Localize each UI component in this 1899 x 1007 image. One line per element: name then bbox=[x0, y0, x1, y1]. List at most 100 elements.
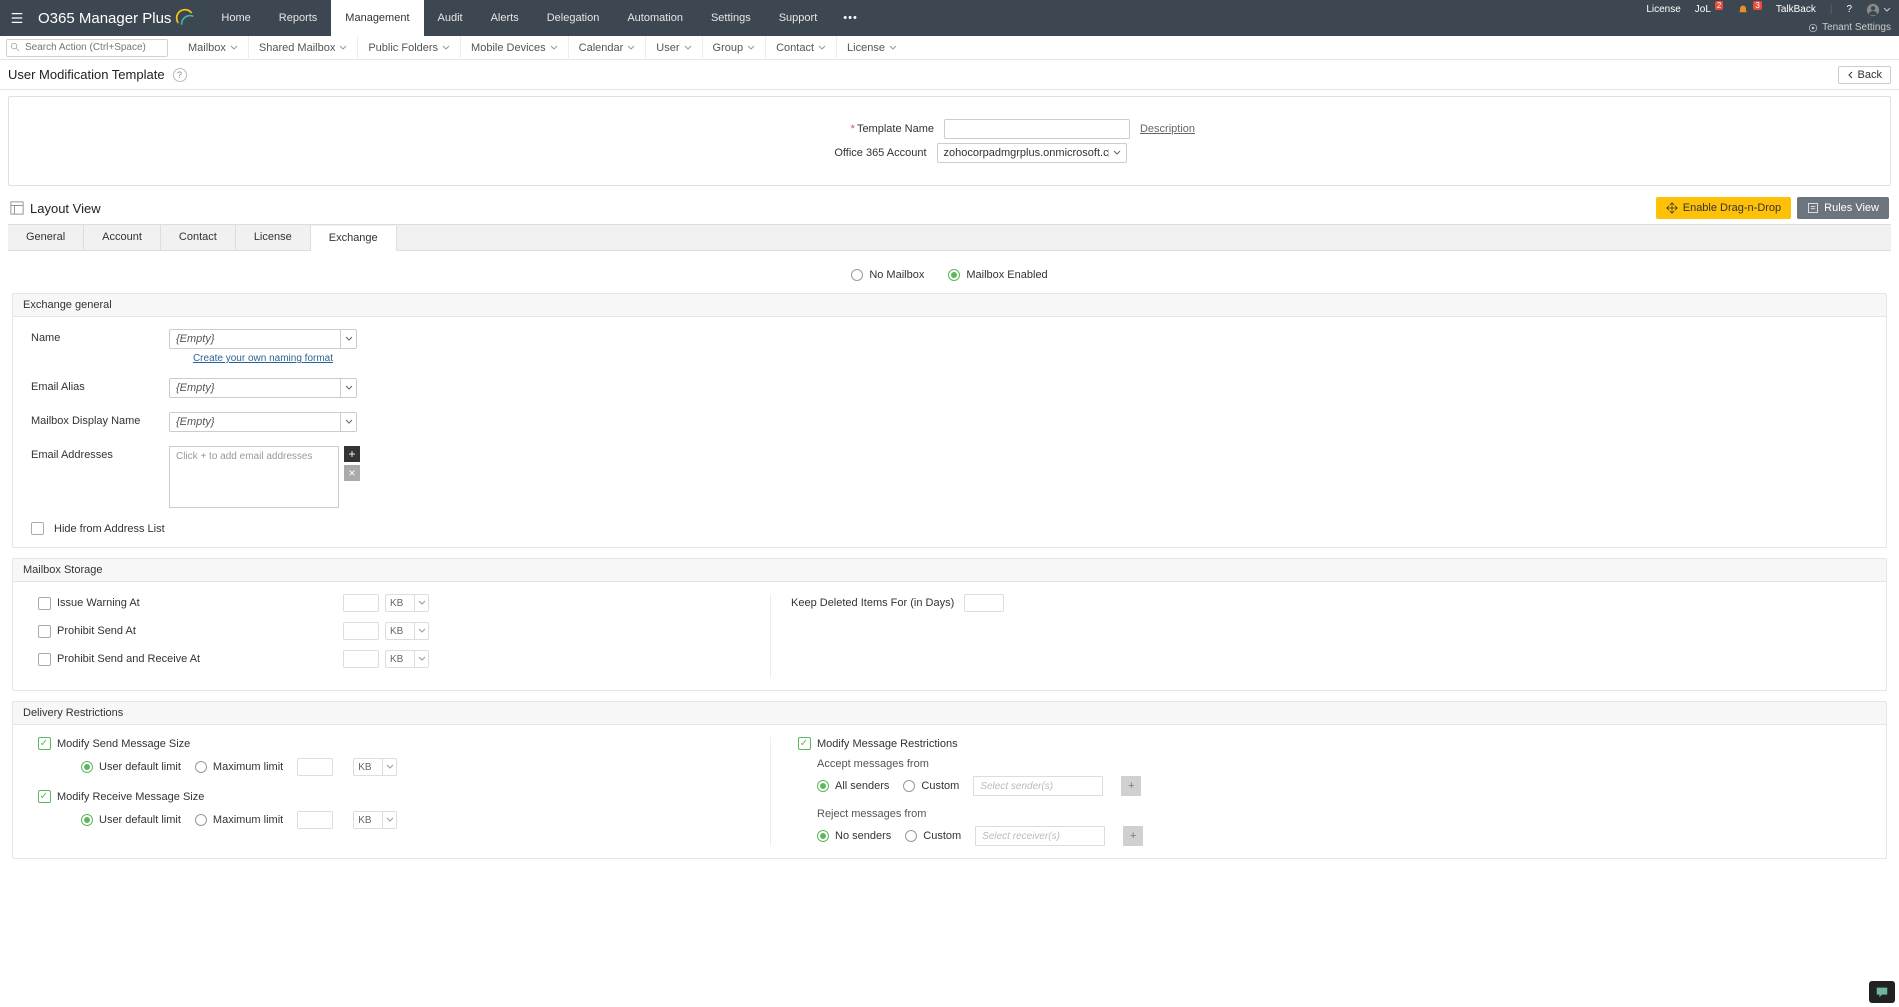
rules-view-button[interactable]: Rules View bbox=[1797, 197, 1889, 219]
prohibit-send-checkbox[interactable] bbox=[38, 625, 51, 638]
nav-home[interactable]: Home bbox=[207, 0, 264, 36]
tab-account[interactable]: Account bbox=[84, 225, 161, 250]
issue-warning-checkbox[interactable] bbox=[38, 597, 51, 610]
recv-user-default-radio[interactable]: User default limit bbox=[81, 814, 181, 826]
prohibit-sr-input[interactable] bbox=[343, 650, 379, 668]
help-icon[interactable]: ? bbox=[1846, 4, 1852, 15]
layout-view-title: Layout View bbox=[10, 201, 101, 216]
mailbox-display-name-label: Mailbox Display Name bbox=[31, 412, 169, 427]
hide-address-list-label: Hide from Address List bbox=[54, 523, 165, 535]
prohibit-send-input[interactable] bbox=[343, 622, 379, 640]
section-header-delivery: Delivery Restrictions bbox=[13, 702, 1886, 725]
email-addresses-box[interactable]: Click + to add email addresses bbox=[169, 446, 339, 508]
talkback-link[interactable]: TalkBack bbox=[1776, 4, 1816, 15]
radio-no-mailbox[interactable]: No Mailbox bbox=[851, 269, 924, 281]
name-label: Name bbox=[31, 329, 169, 344]
subnav-license[interactable]: License bbox=[837, 36, 907, 60]
template-name-label: Template Name bbox=[857, 123, 934, 135]
send-user-default-radio[interactable]: User default limit bbox=[81, 761, 181, 773]
reject-add-button[interactable]: + bbox=[1123, 826, 1143, 846]
description-link[interactable]: Description bbox=[1140, 123, 1195, 135]
modify-recv-size-label: Modify Receive Message Size bbox=[57, 791, 204, 803]
page-title: User Modification Template bbox=[8, 67, 165, 82]
accept-all-senders-radio[interactable]: All senders bbox=[817, 780, 889, 792]
send-max-limit-input[interactable] bbox=[297, 758, 333, 776]
naming-format-link[interactable]: Create your own naming format bbox=[169, 353, 357, 364]
nav-automation[interactable]: Automation bbox=[613, 0, 697, 36]
profile-icon[interactable] bbox=[1866, 3, 1891, 17]
nav-management[interactable]: Management bbox=[331, 0, 423, 36]
mailbox-display-name-select[interactable]: {Empty} bbox=[169, 412, 357, 432]
help-icon[interactable]: ? bbox=[173, 68, 187, 82]
required-marker: * bbox=[851, 123, 855, 135]
add-email-button[interactable]: + bbox=[344, 446, 360, 462]
hamburger-menu[interactable] bbox=[0, 0, 34, 36]
modify-recv-size-checkbox[interactable] bbox=[38, 790, 51, 803]
recv-max-limit-radio[interactable]: Maximum limit bbox=[195, 814, 283, 826]
reject-receiver-select[interactable]: Select receiver(s) bbox=[975, 826, 1105, 846]
subnav-group[interactable]: Group bbox=[703, 36, 767, 60]
nav-audit[interactable]: Audit bbox=[424, 0, 477, 36]
tenant-settings[interactable]: Tenant Settings bbox=[1808, 19, 1899, 36]
mailbox-mode-row: No Mailbox Mailbox Enabled bbox=[0, 251, 1899, 293]
o365-account-select[interactable]: zohocorpadmgrplus.onmicrosoft.com bbox=[937, 143, 1127, 163]
notifications-icon[interactable]: 3 bbox=[1737, 4, 1761, 16]
divider: | bbox=[1830, 4, 1833, 15]
email-alias-select[interactable]: {Empty} bbox=[169, 378, 357, 398]
prohibit-send-unit[interactable]: KB bbox=[385, 622, 429, 640]
send-max-limit-radio[interactable]: Maximum limit bbox=[195, 761, 283, 773]
prohibit-send-label: Prohibit Send At bbox=[57, 625, 343, 637]
keep-deleted-label: Keep Deleted Items For (in Days) bbox=[791, 597, 954, 609]
reject-from-label: Reject messages from bbox=[817, 808, 1868, 820]
chat-widget[interactable] bbox=[1869, 981, 1895, 1003]
enable-drag-drop-button[interactable]: Enable Drag-n-Drop bbox=[1656, 197, 1791, 219]
nav-support[interactable]: Support bbox=[765, 0, 832, 36]
product-logo: O365 Manager Plus bbox=[34, 0, 207, 36]
modify-restrictions-checkbox[interactable] bbox=[798, 737, 811, 750]
hide-address-list-checkbox[interactable] bbox=[31, 522, 44, 535]
tab-contact[interactable]: Contact bbox=[161, 225, 236, 250]
accept-sender-select[interactable]: Select sender(s) bbox=[973, 776, 1103, 796]
reject-custom-radio[interactable]: Custom bbox=[905, 830, 961, 842]
subnav-public-folders[interactable]: Public Folders bbox=[358, 36, 461, 60]
send-max-unit[interactable]: KB bbox=[353, 758, 397, 776]
subnav-mailbox[interactable]: Mailbox bbox=[178, 36, 249, 60]
nav-delegation[interactable]: Delegation bbox=[533, 0, 614, 36]
reject-no-senders-radio[interactable]: No senders bbox=[817, 830, 891, 842]
back-button[interactable]: Back bbox=[1838, 66, 1891, 84]
accept-add-button[interactable]: + bbox=[1121, 776, 1141, 796]
nav-more[interactable]: ••• bbox=[831, 0, 870, 36]
prohibit-sr-unit[interactable]: KB bbox=[385, 650, 429, 668]
subnav-mobile-devices[interactable]: Mobile Devices bbox=[461, 36, 569, 60]
subnav-shared-mailbox[interactable]: Shared Mailbox bbox=[249, 36, 358, 60]
issue-warning-input[interactable] bbox=[343, 594, 379, 612]
prohibit-sr-checkbox[interactable] bbox=[38, 653, 51, 666]
nav-settings[interactable]: Settings bbox=[697, 0, 765, 36]
recv-max-limit-input[interactable] bbox=[297, 811, 333, 829]
top-nav: Home Reports Management Audit Alerts Del… bbox=[207, 0, 869, 36]
nav-alerts[interactable]: Alerts bbox=[477, 0, 533, 36]
tab-exchange[interactable]: Exchange bbox=[311, 226, 397, 251]
search-action-input[interactable] bbox=[6, 39, 168, 57]
subnav-contact[interactable]: Contact bbox=[766, 36, 837, 60]
keep-deleted-input[interactable] bbox=[964, 594, 1004, 612]
subnav-calendar[interactable]: Calendar bbox=[569, 36, 647, 60]
tab-license[interactable]: License bbox=[236, 225, 311, 250]
tab-general[interactable]: General bbox=[8, 225, 84, 250]
tab-bar: General Account Contact License Exchange bbox=[8, 224, 1891, 251]
o365-account-label: Office 365 Account bbox=[697, 147, 937, 159]
license-link[interactable]: License bbox=[1646, 4, 1680, 15]
name-select[interactable]: {Empty} bbox=[169, 329, 357, 349]
template-header: *Template Name Description Office 365 Ac… bbox=[8, 96, 1891, 186]
recv-max-unit[interactable]: KB bbox=[353, 811, 397, 829]
radio-mailbox-enabled[interactable]: Mailbox Enabled bbox=[948, 269, 1047, 281]
template-name-input[interactable] bbox=[944, 119, 1130, 139]
subnav-user[interactable]: User bbox=[646, 36, 702, 60]
user-menu[interactable]: JoL2 bbox=[1695, 4, 1724, 15]
modify-send-size-checkbox[interactable] bbox=[38, 737, 51, 750]
issue-warning-unit[interactable]: KB bbox=[385, 594, 429, 612]
accept-custom-radio[interactable]: Custom bbox=[903, 780, 959, 792]
search-action[interactable] bbox=[6, 39, 168, 57]
nav-reports[interactable]: Reports bbox=[265, 0, 332, 36]
remove-email-button: × bbox=[344, 465, 360, 481]
